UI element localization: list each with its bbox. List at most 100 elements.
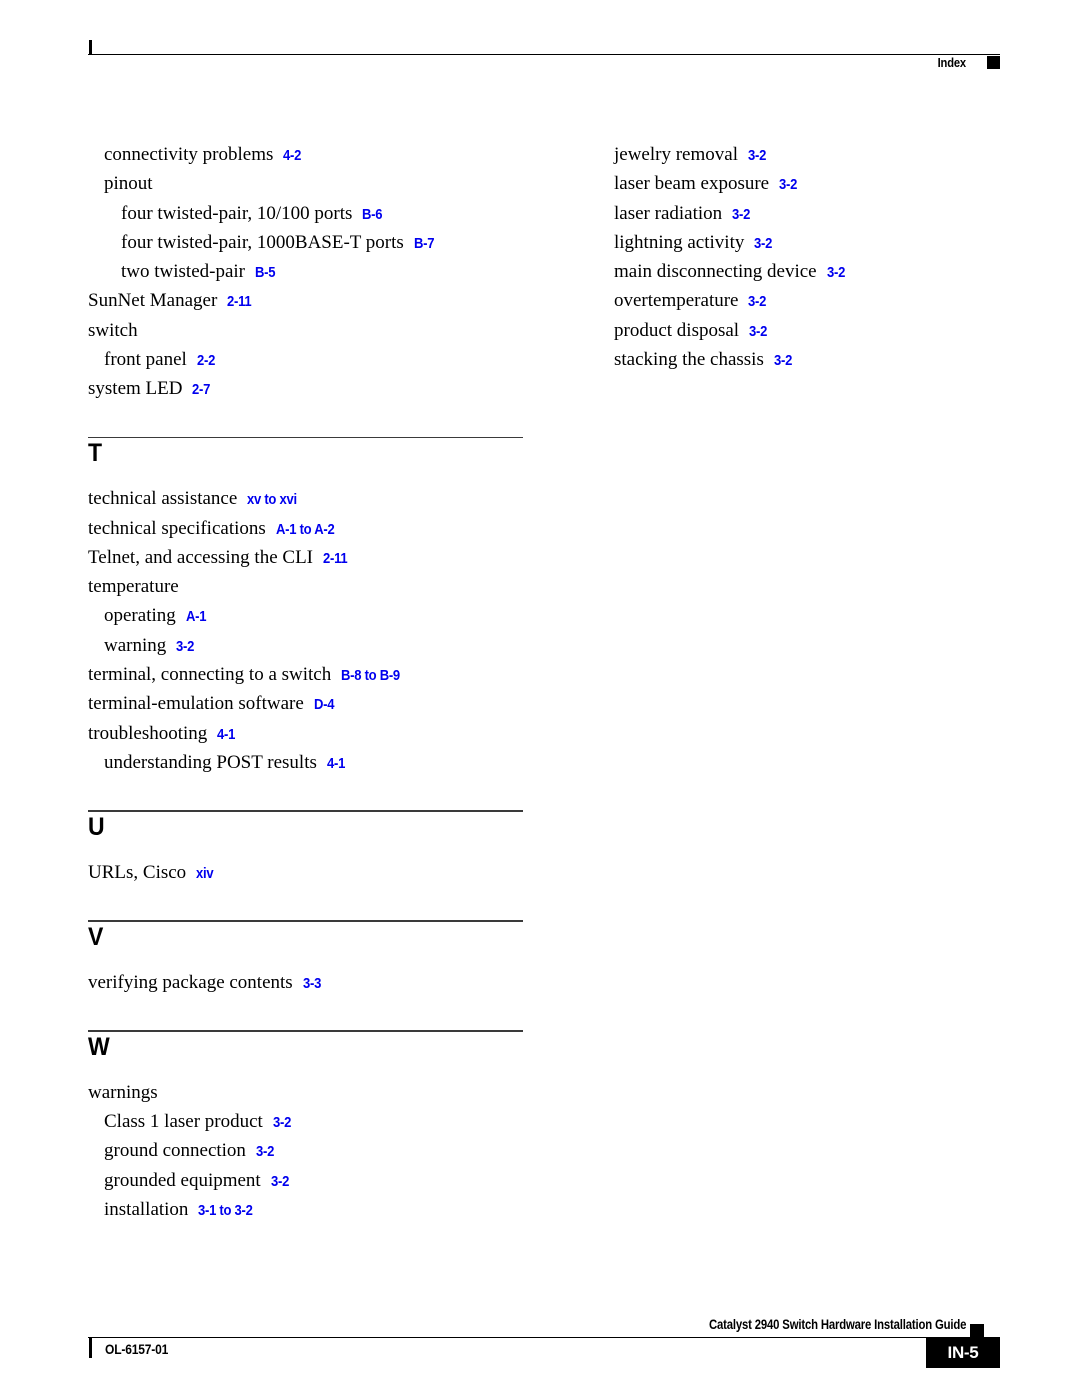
index-entry: verifying package contents 3-3	[88, 968, 523, 997]
index-entry-term: overtemperature	[614, 290, 739, 312]
index-entry-term: installation	[104, 1198, 189, 1220]
index-page-reference[interactable]: 3-2	[774, 347, 792, 376]
index-entry: two twisted-pair B-5	[88, 257, 523, 286]
index-page-reference[interactable]: 3-2	[176, 633, 194, 662]
index-entry-term: connectivity problems	[104, 144, 274, 165]
index-entry-term: ground connection	[104, 1140, 246, 1162]
black-square-icon	[970, 1324, 984, 1338]
page-header: Index	[88, 40, 1000, 80]
black-square-icon	[987, 56, 1000, 69]
header-left-tick	[89, 40, 92, 55]
index-page-reference[interactable]: B-7	[414, 230, 434, 259]
index-page-reference[interactable]: 3-2	[748, 288, 766, 317]
index-entry-term: terminal-emulation software	[88, 693, 304, 715]
index-entry-term: system LED	[88, 378, 183, 400]
index-page-reference[interactable]: 3-2	[732, 201, 750, 230]
index-entry-term: understanding POST results	[104, 751, 317, 773]
page-number-badge: IN-5	[926, 1338, 1000, 1368]
index-page-reference[interactable]: xiv	[196, 860, 214, 889]
index-section-v: Vverifying package contents 3-3	[88, 920, 523, 997]
index-page-reference[interactable]: 3-2	[748, 142, 766, 171]
index-entry-term: two twisted-pair	[121, 261, 246, 283]
index-entry: switch	[88, 316, 523, 345]
index-page-reference[interactable]: 3-3	[303, 970, 321, 999]
index-entry-term: terminal, connecting to a switch	[88, 664, 332, 686]
heading-spacer	[88, 952, 523, 968]
index-entry: operating A-1	[88, 601, 523, 630]
index-page-reference[interactable]: B-8 to B-9	[341, 662, 400, 691]
page-footer: Catalyst 2940 Switch Hardware Installati…	[88, 1316, 1000, 1386]
index-page-reference[interactable]: B-5	[255, 259, 275, 288]
heading-spacer	[88, 842, 523, 858]
index-entry: understanding POST results 4-1	[88, 748, 523, 777]
index-entry-term: switch	[88, 319, 138, 341]
index-column-left: connectivity problems 4-2 pinout four twist…	[88, 140, 523, 1224]
index-entry: technical specifications A-1 to A-2	[88, 514, 523, 543]
index-entry-term: Telnet, and accessing the CLI	[88, 546, 314, 568]
index-entry: laser beam exposure 3-2	[598, 169, 1033, 198]
index-page-reference[interactable]: 2-7	[192, 376, 210, 405]
index-page-reference[interactable]: 3-2	[827, 259, 845, 288]
index-page-reference[interactable]: 3-2	[273, 1109, 291, 1138]
index-page-reference[interactable]: A-1 to A-2	[276, 516, 335, 545]
index-entry-term: four twisted-pair, 1000BASE-T ports	[121, 231, 404, 253]
index-page-reference[interactable]: xv to xvi	[247, 486, 297, 515]
index-entry-term: four twisted-pair, 10/100 ports	[121, 202, 353, 224]
section-letter-heading: W	[88, 1032, 110, 1061]
index-entry: stacking the chassis 3-2	[598, 345, 1033, 374]
index-entry: URLs, Cisco xiv	[88, 858, 523, 887]
index-page-reference[interactable]: 3-1 to 3-2	[198, 1197, 253, 1226]
index-entry: terminal-emulation software D-4	[88, 689, 523, 718]
index-page-reference[interactable]: 2-2	[197, 347, 215, 376]
index-entry: four twisted-pair, 10/100 ports B-6	[88, 199, 523, 228]
index-entry: product disposal 3-2	[598, 316, 1033, 345]
index-entry: four twisted-pair, 1000BASE-T ports B-7	[88, 228, 523, 257]
index-page-reference[interactable]: B-6	[362, 201, 382, 230]
index-entry-term: SunNet Manager	[88, 290, 218, 312]
index-entry-term: laser beam exposure	[614, 173, 770, 195]
section-letter-heading: U	[88, 812, 105, 841]
index-entry: lightning activity 3-2	[598, 228, 1033, 257]
index-entry-term: verifying package contents	[88, 971, 293, 993]
index-page-reference[interactable]: 3-2	[754, 230, 772, 259]
index-page-reference[interactable]: 3-2	[779, 171, 797, 200]
index-page-reference[interactable]: 4-2	[283, 142, 301, 171]
index-page-reference[interactable]: 4-1	[217, 721, 235, 750]
index-entry-term: temperature	[88, 576, 179, 598]
index-page-reference[interactable]: 2-11	[323, 545, 348, 574]
section-letter-heading: V	[88, 922, 104, 951]
index-entry: SunNet Manager 2-11	[88, 286, 523, 315]
index-entry: Class 1 laser product 3-2	[88, 1107, 523, 1136]
index-entry: troubleshooting 4-1	[88, 719, 523, 748]
index-entry-term: technical assistance	[88, 488, 238, 510]
index-entry-term: main disconnecting device	[614, 261, 817, 283]
index-page-reference[interactable]: 4-1	[327, 750, 345, 779]
index-entry-term: jewelry removal	[614, 144, 738, 165]
index-entry: terminal, connecting to a switch B-8 to B…	[88, 660, 523, 689]
index-entry: system LED 2-7	[88, 374, 523, 403]
index-page-reference[interactable]: D-4	[314, 691, 334, 720]
index-entry-term: warnings	[88, 1081, 158, 1103]
header-label: Index	[937, 55, 967, 70]
index-section-u: U URLs, Cisco xiv	[88, 810, 523, 887]
index-page-reference[interactable]: 3-2	[749, 318, 767, 347]
index-page-reference[interactable]: 3-2	[271, 1168, 289, 1197]
index-entry: warning 3-2	[88, 631, 523, 660]
index-entry: technical assistance xv to xvi	[88, 484, 523, 513]
index-entry-term: grounded equipment	[104, 1169, 261, 1191]
index-entry: overtemperature 3-2	[598, 286, 1033, 315]
index-page-reference[interactable]: 3-2	[256, 1138, 274, 1167]
guide-title: Catalyst 2940 Switch Hardware Installati…	[708, 1317, 966, 1332]
index-entry: installation 3-1 to 3-2	[88, 1195, 523, 1224]
index-entry-term: operating	[104, 605, 176, 627]
index-entry-term: Class 1 laser product	[104, 1110, 263, 1132]
index-entry: connectivity problems 4-2	[88, 140, 523, 169]
index-entry: front panel 2-2	[88, 345, 523, 374]
index-section-t: Ttechnical assistance xv to xvi technical …	[88, 436, 523, 778]
index-page-reference[interactable]: A-1	[186, 603, 206, 632]
index-page-reference[interactable]: 2-11	[227, 288, 252, 317]
index-entry-term: pinout	[104, 173, 153, 195]
index-entry-term: lightning activity	[614, 231, 745, 253]
